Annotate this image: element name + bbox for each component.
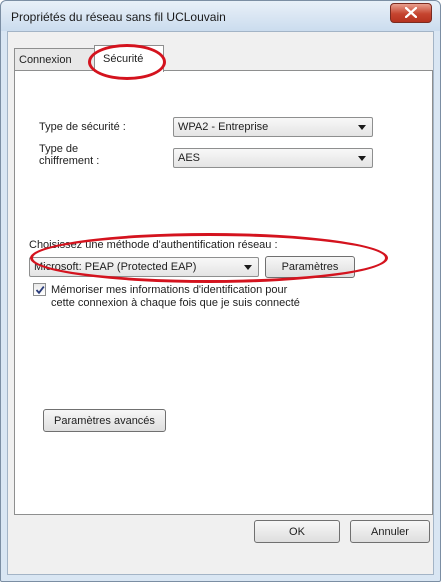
- remember-credentials-label-line1: Mémoriser mes informations d'identificat…: [51, 284, 288, 296]
- auth-settings-button[interactable]: Paramètres: [265, 256, 355, 278]
- security-type-label: Type de sécurité :: [39, 121, 126, 133]
- properties-dialog: Propriétés du réseau sans fil UCLouvain …: [0, 0, 441, 582]
- encryption-type-label-line2: chiffrement :: [39, 155, 100, 167]
- cancel-button[interactable]: Annuler: [350, 520, 430, 543]
- auth-settings-button-label: Paramètres: [281, 261, 339, 273]
- encryption-type-select[interactable]: AES: [173, 148, 373, 168]
- auth-method-value: Microsoft: PEAP (Protected EAP): [34, 261, 197, 273]
- dropdown-arrow-icon: [358, 125, 366, 130]
- ok-button[interactable]: OK: [254, 520, 340, 543]
- dialog-client-area: Connexion Sécurité Type de sécurité : WP…: [7, 31, 434, 575]
- tab-securite[interactable]: Sécurité: [94, 45, 164, 72]
- auth-method-select[interactable]: Microsoft: PEAP (Protected EAP): [29, 257, 259, 277]
- auth-method-label: Choisissez une méthode d'authentificatio…: [29, 239, 278, 251]
- close-x-icon: [405, 7, 417, 18]
- security-type-select[interactable]: WPA2 - Entreprise: [173, 117, 373, 137]
- remember-credentials-label-line2: cette connexion à chaque fois que je sui…: [51, 297, 300, 309]
- encryption-type-value: AES: [178, 152, 201, 164]
- ok-button-label: OK: [289, 526, 305, 538]
- tab-connexion[interactable]: Connexion: [14, 48, 96, 70]
- remember-credentials-checkbox[interactable]: [33, 283, 46, 296]
- advanced-settings-button-label: Paramètres avancés: [54, 415, 155, 427]
- window-title: Propriétés du réseau sans fil UCLouvain: [11, 10, 226, 24]
- advanced-settings-button[interactable]: Paramètres avancés: [43, 409, 166, 432]
- close-button[interactable]: [390, 3, 432, 23]
- checkmark-icon: [35, 286, 45, 295]
- title-bar[interactable]: Propriétés du réseau sans fil UCLouvain: [1, 1, 440, 31]
- security-tab-panel: Type de sécurité : WPA2 - Entreprise Typ…: [14, 70, 433, 515]
- dropdown-arrow-icon: [244, 265, 252, 270]
- security-type-value: WPA2 - Entreprise: [178, 121, 269, 133]
- dropdown-arrow-icon: [358, 156, 366, 161]
- cancel-button-label: Annuler: [371, 526, 409, 538]
- tab-securite-label: Sécurité: [103, 53, 144, 65]
- tab-connexion-label: Connexion: [19, 54, 72, 66]
